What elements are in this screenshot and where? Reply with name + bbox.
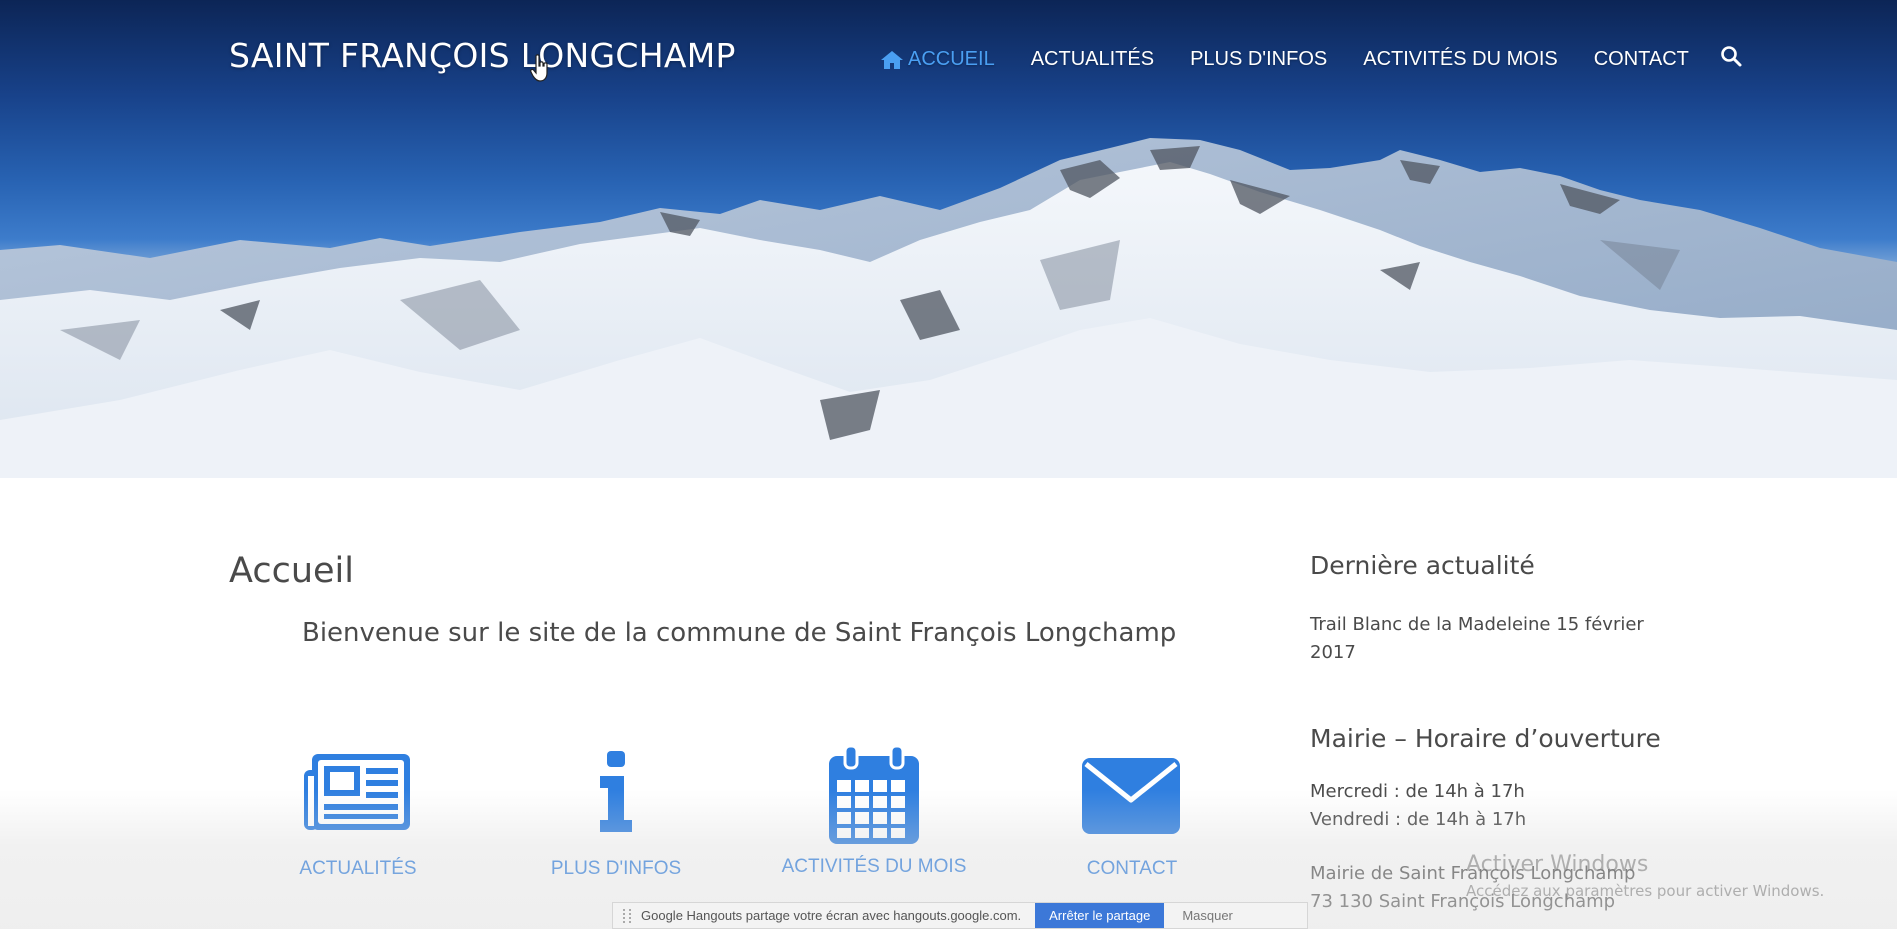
tile-activites-du-mois[interactable]: ACTIVITÉS DU MOIS [764, 746, 984, 878]
latest-news-entry: Trail Blanc de la Madeleine 15 février 2… [1310, 611, 1644, 667]
search-icon[interactable] [1719, 44, 1743, 68]
tile-label: CONTACT [1086, 858, 1178, 879]
nav-item-activites-du-mois[interactable]: ACTIVITÉS DU MOIS [1363, 48, 1557, 71]
latest-news-date: 15 février [1556, 614, 1644, 635]
tile-contact[interactable]: CONTACT [1022, 750, 1242, 880]
nav-item-accueil[interactable]: ACCUEIL [880, 48, 995, 71]
tile-label: ACTUALITÉS [299, 858, 417, 879]
nav-item-plus-dinfos[interactable]: PLUS D'INFOS [1190, 48, 1327, 71]
drag-handle-icon[interactable] [623, 908, 631, 923]
stop-sharing-button[interactable]: Arrêter le partage [1035, 903, 1165, 928]
page-title: Accueil [229, 551, 354, 591]
tile-label: ACTIVITÉS DU MOIS [781, 856, 967, 877]
site-title-link[interactable]: SAINT FRANÇOIS LONGCHAMP [229, 36, 736, 75]
opening-hours-list: Mercredi : de 14h à 17h Vendredi : de 14… [1310, 778, 1526, 834]
latest-news-year: 2017 [1310, 642, 1356, 663]
windows-activation-subtitle: Accédez aux paramètres pour activer Wind… [1466, 882, 1825, 900]
nav-item-actualites[interactable]: ACTUALITÉS [1031, 48, 1154, 71]
tile-label: PLUS D'INFOS [550, 858, 682, 879]
opening-hours-line: Vendredi : de 14h à 17h [1310, 809, 1527, 830]
home-icon [881, 50, 903, 69]
tile-plus-dinfos[interactable]: PLUS D'INFOS [506, 750, 726, 880]
opening-hours-line: Mercredi : de 14h à 17h [1310, 781, 1525, 802]
envelope-icon [1082, 758, 1180, 834]
latest-news-heading: Dernière actualité [1310, 551, 1535, 580]
latest-news-link[interactable]: Trail Blanc de la Madeleine [1310, 614, 1551, 635]
tile-actualites[interactable]: ACTUALITÉS [248, 750, 468, 880]
newspaper-icon [304, 754, 410, 830]
hangouts-share-text: Google Hangouts partage votre écran avec… [641, 908, 1022, 923]
opening-hours-heading: Mairie – Horaire d’ouverture [1310, 724, 1661, 753]
hangouts-share-bar: Google Hangouts partage votre écran avec… [612, 902, 1308, 929]
welcome-text: Bienvenue sur le site de la commune de S… [302, 618, 1177, 648]
hand-cursor-icon [530, 54, 548, 82]
hide-share-bar-button[interactable]: Masquer [1182, 908, 1233, 923]
main-navigation: ACCUEIL ACTUALITÉS PLUS D'INFOS ACTIVITÉ… [880, 45, 1743, 71]
windows-activation-title: Activer Windows [1466, 852, 1649, 877]
calendar-icon [829, 746, 919, 844]
info-icon [600, 751, 632, 832]
nav-item-label: ACCUEIL [908, 48, 995, 70]
hero-banner: SAINT FRANÇOIS LONGCHAMP ACCUEIL ACTUALI… [0, 0, 1897, 478]
nav-item-contact[interactable]: CONTACT [1594, 48, 1689, 71]
